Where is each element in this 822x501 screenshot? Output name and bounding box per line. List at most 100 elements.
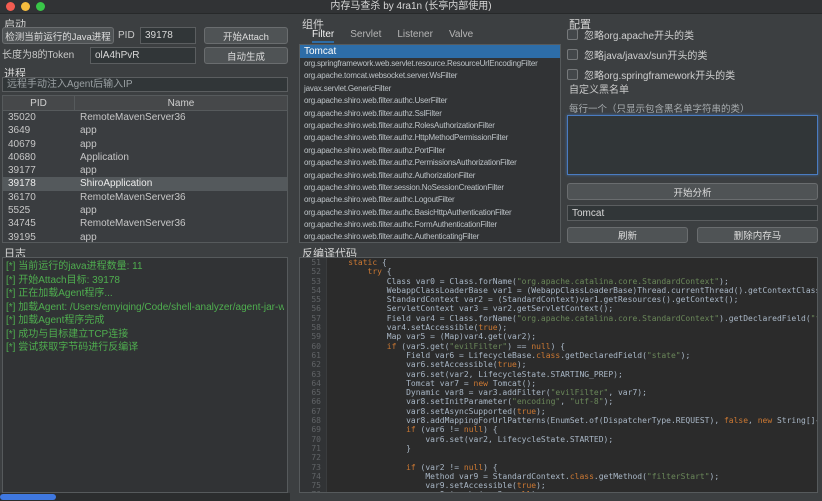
tab-servlet[interactable]: Servlet	[350, 29, 381, 43]
process-table-body: 35020 RemoteMavenServer36 3649 app 40679 app 4…	[3, 111, 287, 243]
filter-list-item[interactable]: org.springframework.web.servlet.resource…	[300, 58, 560, 70]
filter-list-item[interactable]: org.apache.shiro.web.filter.authz.Author…	[300, 170, 560, 182]
checkbox[interactable]	[567, 48, 578, 60]
code-line: 64 Tomcat var7 = new Tomcat();	[300, 378, 817, 389]
blacklist-textarea[interactable]	[567, 115, 818, 175]
line-number: 69	[300, 425, 326, 435]
refresh-button[interactable]: 刷新	[567, 227, 688, 243]
line-number: 62	[300, 360, 326, 370]
table-cell-pid: 35020	[8, 112, 36, 123]
filter-list-item[interactable]: org.apache.tomcat.websocket.server.WsFil…	[300, 70, 560, 82]
filter-list-item[interactable]: javax.servlet.GenericFilter	[300, 83, 560, 95]
code-text: Method var9 = StandardContext.class.getM…	[329, 471, 720, 481]
table-row[interactable]: 40680 Application	[3, 151, 287, 164]
delete-memshell-button[interactable]: 删除内存马	[697, 227, 818, 243]
table-row[interactable]: 39195 app	[3, 231, 287, 243]
attach-button[interactable]: 开始Attach	[204, 27, 288, 44]
column-header-name: Name	[167, 98, 195, 109]
table-row[interactable]: 39177 app	[3, 164, 287, 177]
context-item-tomcat[interactable]: Tomcat	[300, 45, 560, 58]
line-number: 66	[300, 397, 326, 407]
filter-list-item[interactable]: org.apache.shiro.web.filter.authz.PortFi…	[300, 145, 560, 157]
line-number: 63	[300, 369, 326, 379]
log-horizontal-scrollbar[interactable]	[0, 493, 290, 501]
code-text: StandardContext var2 = (StandardContext)…	[329, 295, 739, 305]
filter-list-item[interactable]: org.apache.shiro.web.filter.authc.UserFi…	[300, 95, 560, 107]
filter-list-item[interactable]: org.apache.shiro.web.filter.authz.HttpMe…	[300, 132, 560, 144]
code-line: 70 var6.set(var2, LifecycleState.STARTED…	[300, 434, 817, 444]
filter-list-item[interactable]: org.apache.shiro.web.filter.authc.Authen…	[300, 231, 560, 242]
checkbox-row[interactable]: 忽略org.apache开头的类	[567, 28, 818, 42]
code-text: var8.setInitParameter("encoding", "utf-8…	[329, 397, 614, 407]
filter-list-item[interactable]: org.apache.shiro.web.filter.authc.FormAu…	[300, 219, 560, 231]
code-text: if (var6 != null) {	[406, 425, 498, 435]
line-number: 71	[300, 443, 326, 454]
checkbox[interactable]	[567, 68, 578, 80]
table-row[interactable]: 3649 app	[3, 124, 287, 137]
filter-list-item[interactable]: org.apache.shiro.web.filter.authz.RolesA…	[300, 120, 560, 132]
line-number: 65	[300, 388, 326, 398]
table-cell-pid: 39177	[8, 165, 36, 177]
filter-list-item[interactable]: org.apache.shiro.web.filter.authz.Permis…	[300, 157, 560, 169]
tab-filter[interactable]: Filter	[312, 29, 335, 43]
tab-listener[interactable]: Listener	[397, 29, 433, 43]
log-line: [*] 正在加载Agent程序...	[6, 288, 113, 299]
code-text: Field var6 = LifecycleBase.class.getDecl…	[329, 350, 691, 360]
line-number: 56	[300, 304, 326, 314]
detect-java-processes-button[interactable]: 检测当前运行的Java进程	[2, 27, 114, 44]
checkbox-row[interactable]: 忽略java/javax/sun开头的类	[567, 48, 818, 62]
component-tabs: Filter Servlet Listener Valve	[312, 29, 473, 43]
code-text: if (var5.get("evilFilter") == null) {	[386, 341, 566, 351]
line-number: 75	[300, 481, 326, 491]
checkbox-row[interactable]: 忽略org.springframework开头的类	[567, 68, 818, 82]
close-button[interactable]	[6, 2, 15, 11]
minimize-button[interactable]	[21, 2, 30, 11]
table-cell-name: app	[80, 231, 97, 243]
filter-list-item[interactable]: org.apache.shiro.web.filter.authz.SslFil…	[300, 108, 560, 120]
code-line: 66 var8.setInitParameter("encoding", "ut…	[300, 397, 817, 407]
filter-list-item[interactable]: org.apache.shiro.web.filter.authc.BasicH…	[300, 207, 560, 219]
code-text: if (var2 != null) {	[406, 462, 498, 472]
line-number: 55	[300, 295, 326, 305]
table-cell-name: Application	[80, 151, 129, 163]
code-text: Dynamic var8 = var3.addFilter("evilFilte…	[329, 388, 647, 398]
checkbox[interactable]	[567, 28, 578, 40]
column-header-pid: PID	[3, 96, 75, 110]
table-row[interactable]: 34745 RemoteMavenServer36	[3, 217, 287, 230]
code-line: 62 var6.setAccessible(true);	[300, 360, 817, 370]
table-row[interactable]: 40679 app	[3, 138, 287, 151]
table-cell-name: RemoteMavenServer36	[80, 112, 186, 123]
code-line: 58 var4.setAccessible(true);	[300, 323, 817, 333]
line-number: 51	[300, 258, 326, 268]
scrollbar-thumb[interactable]	[0, 494, 56, 500]
code-line: 59 Map var5 = (Map)var4.get(var2);	[300, 332, 817, 342]
code-text: var6.set(var2, LifecycleState.STARTED);	[329, 434, 614, 444]
start-analysis-button[interactable]: 开始分析	[567, 183, 818, 200]
filter-list: org.springframework.web.servlet.resource…	[300, 58, 560, 242]
table-row[interactable]: 5525 app	[3, 204, 287, 217]
filter-list-item[interactable]: org.apache.shiro.web.filter.authc.Logout…	[300, 194, 560, 206]
token-input[interactable]	[90, 47, 196, 64]
blacklist-hint: 每行一个（只显示包含黑名单字符串的类）	[569, 104, 750, 115]
remote-ip-input[interactable]	[2, 77, 288, 92]
pid-input[interactable]	[140, 27, 196, 44]
code-text: try {	[367, 267, 392, 277]
token-label: 长度为8的Token	[2, 50, 75, 61]
table-cell-pid: 40679	[8, 138, 36, 150]
table-row[interactable]: 36170 RemoteMavenServer36	[3, 191, 287, 204]
line-number: 54	[300, 285, 326, 296]
context-input[interactable]	[567, 205, 818, 221]
code-line: 75 var9.setAccessible(true);	[300, 481, 817, 491]
line-number: 64	[300, 378, 326, 389]
code-text: Tomcat var7 = new Tomcat();	[329, 378, 537, 388]
filter-list-item[interactable]: org.apache.shiro.web.filter.session.NoSe…	[300, 182, 560, 194]
code-line: 72	[300, 453, 817, 463]
table-row[interactable]: 35020 RemoteMavenServer36	[3, 111, 287, 124]
code-line: 74 Method var9 = StandardContext.class.g…	[300, 471, 817, 482]
tab-valve[interactable]: Valve	[449, 29, 473, 43]
code-line: 67 var8.setAsyncSupported(true);	[300, 406, 817, 417]
generate-token-button[interactable]: 自动生成	[204, 47, 288, 64]
table-row[interactable]: 39178 ShiroApplication	[3, 177, 287, 191]
zoom-button[interactable]	[36, 2, 45, 11]
code-line: 61 Field var6 = LifecycleBase.class.getD…	[300, 350, 817, 361]
